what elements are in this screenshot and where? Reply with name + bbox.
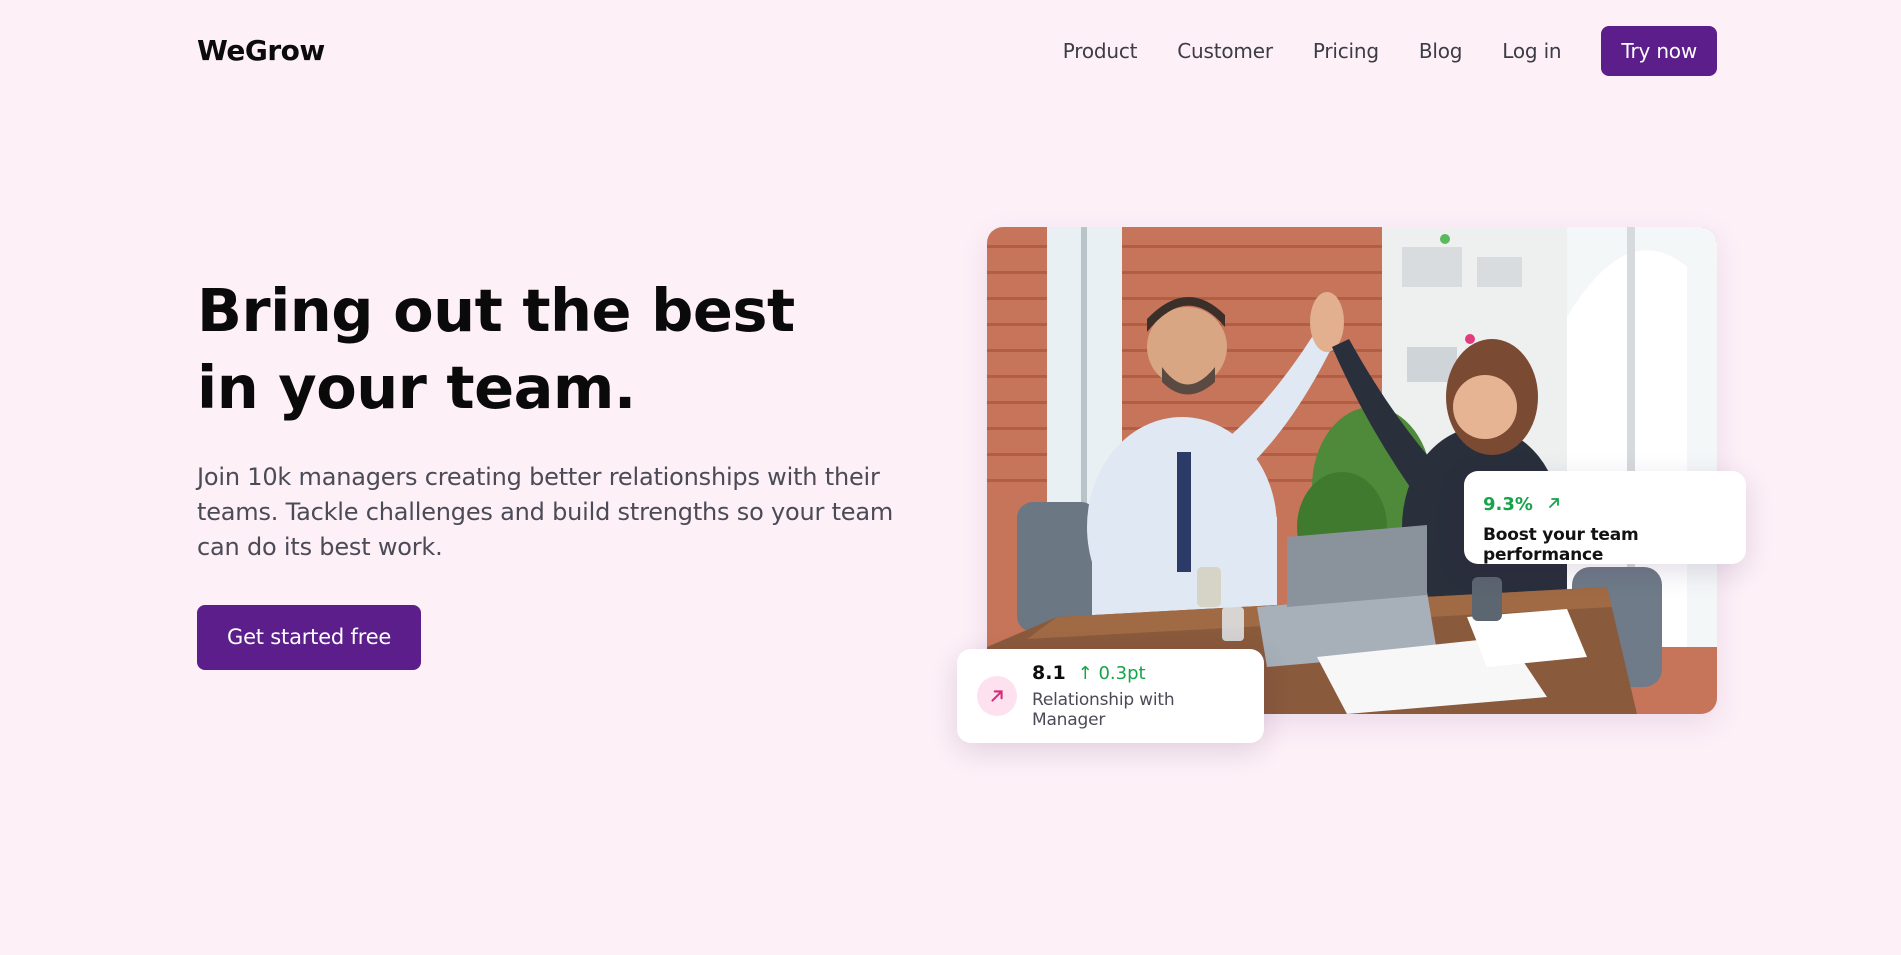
arrow-up-right-icon — [977, 676, 1017, 716]
try-now-button[interactable]: Try now — [1601, 26, 1717, 76]
performance-label: Boost your team performance — [1483, 525, 1639, 565]
arrow-up-right-icon — [1547, 496, 1561, 514]
hero-title: Bring out the best in your team. — [197, 276, 795, 422]
relationship-label: Relationship with Manager — [1032, 690, 1175, 730]
relationship-score: 8.1 — [1032, 662, 1066, 684]
nav-pricing[interactable]: Pricing — [1313, 25, 1379, 77]
nav-customer[interactable]: Customer — [1177, 25, 1273, 77]
get-started-button[interactable]: Get started free — [197, 605, 422, 670]
hero-subtitle: Join 10k managers creating better relati… — [197, 463, 894, 561]
nav-login[interactable]: Log in — [1502, 25, 1561, 77]
nav-blog[interactable]: Blog — [1419, 25, 1463, 77]
relationship-delta: ↑ 0.3pt — [1077, 663, 1146, 684]
relationship-card: 8.1 ↑ 0.3pt Relationship with Manager — [957, 649, 1264, 743]
performance-percent: 9.3% — [1483, 494, 1533, 515]
performance-card: 9.3% Boost your team performance — [1464, 471, 1746, 565]
main-nav: Product Customer Pricing Blog Log in Try… — [1023, 25, 1717, 77]
logo[interactable]: WeGrow — [197, 34, 325, 67]
landing-page: WeGrow Product Customer Pricing Blog Log… — [0, 0, 1901, 955]
nav-product[interactable]: Product — [1063, 25, 1138, 77]
